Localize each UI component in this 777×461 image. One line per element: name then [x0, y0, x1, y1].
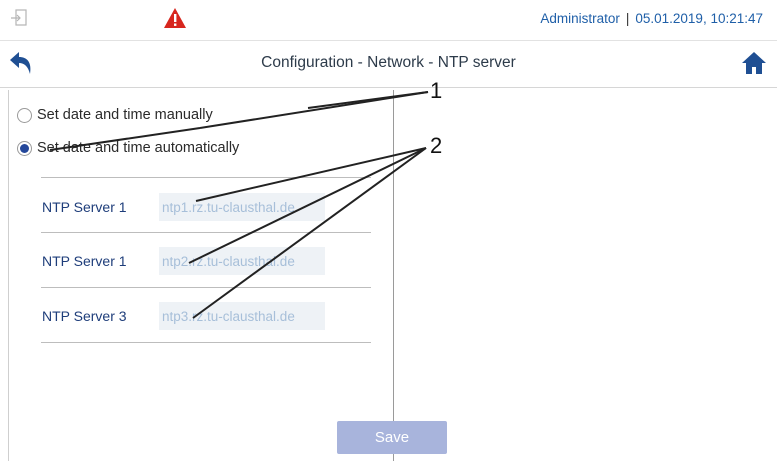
- separator: |: [625, 11, 630, 26]
- automatic-time-option[interactable]: Set date and time automatically: [17, 140, 239, 156]
- date-time: 05.01.2019, 10:21:47: [635, 11, 763, 26]
- navigation-bar: Configuration - Network - NTP server: [0, 41, 777, 88]
- logout-icon[interactable]: [10, 8, 30, 28]
- callout-number-1: 1: [430, 78, 443, 103]
- user-name: Administrator: [540, 11, 620, 26]
- configuration-panel: Set date and time manually Set date and …: [8, 90, 394, 461]
- radio-button-automatic[interactable]: [17, 140, 32, 156]
- divider: [41, 342, 371, 343]
- divider: [41, 232, 371, 233]
- divider: [41, 177, 371, 178]
- ntp-server-2-input[interactable]: [159, 247, 325, 275]
- page-title: Configuration - Network - NTP server: [261, 54, 516, 71]
- save-button[interactable]: Save: [337, 421, 447, 454]
- home-icon[interactable]: [741, 50, 767, 76]
- manual-time-option[interactable]: Set date and time manually: [17, 107, 213, 123]
- automatic-time-label: Set date and time automatically: [37, 140, 240, 156]
- status-bar: Administrator | 05.01.2019, 10:21:47: [0, 0, 777, 41]
- warning-icon[interactable]: [163, 7, 187, 29]
- radio-selected-dot: [20, 143, 29, 153]
- ntp-server-3-label: NTP Server 3: [42, 308, 127, 324]
- ntp-server-1-input[interactable]: [159, 193, 325, 221]
- user-info: Administrator | 05.01.2019, 10:21:47: [540, 11, 763, 26]
- divider: [41, 287, 371, 288]
- callout-number-2: 2: [430, 133, 443, 158]
- radio-button-manual[interactable]: [17, 107, 32, 123]
- ntp-server-2-label: NTP Server 1: [42, 253, 127, 269]
- ntp-server-3-input[interactable]: [159, 302, 325, 330]
- manual-time-label: Set date and time manually: [37, 107, 213, 123]
- ntp-server-1-label: NTP Server 1: [42, 199, 127, 215]
